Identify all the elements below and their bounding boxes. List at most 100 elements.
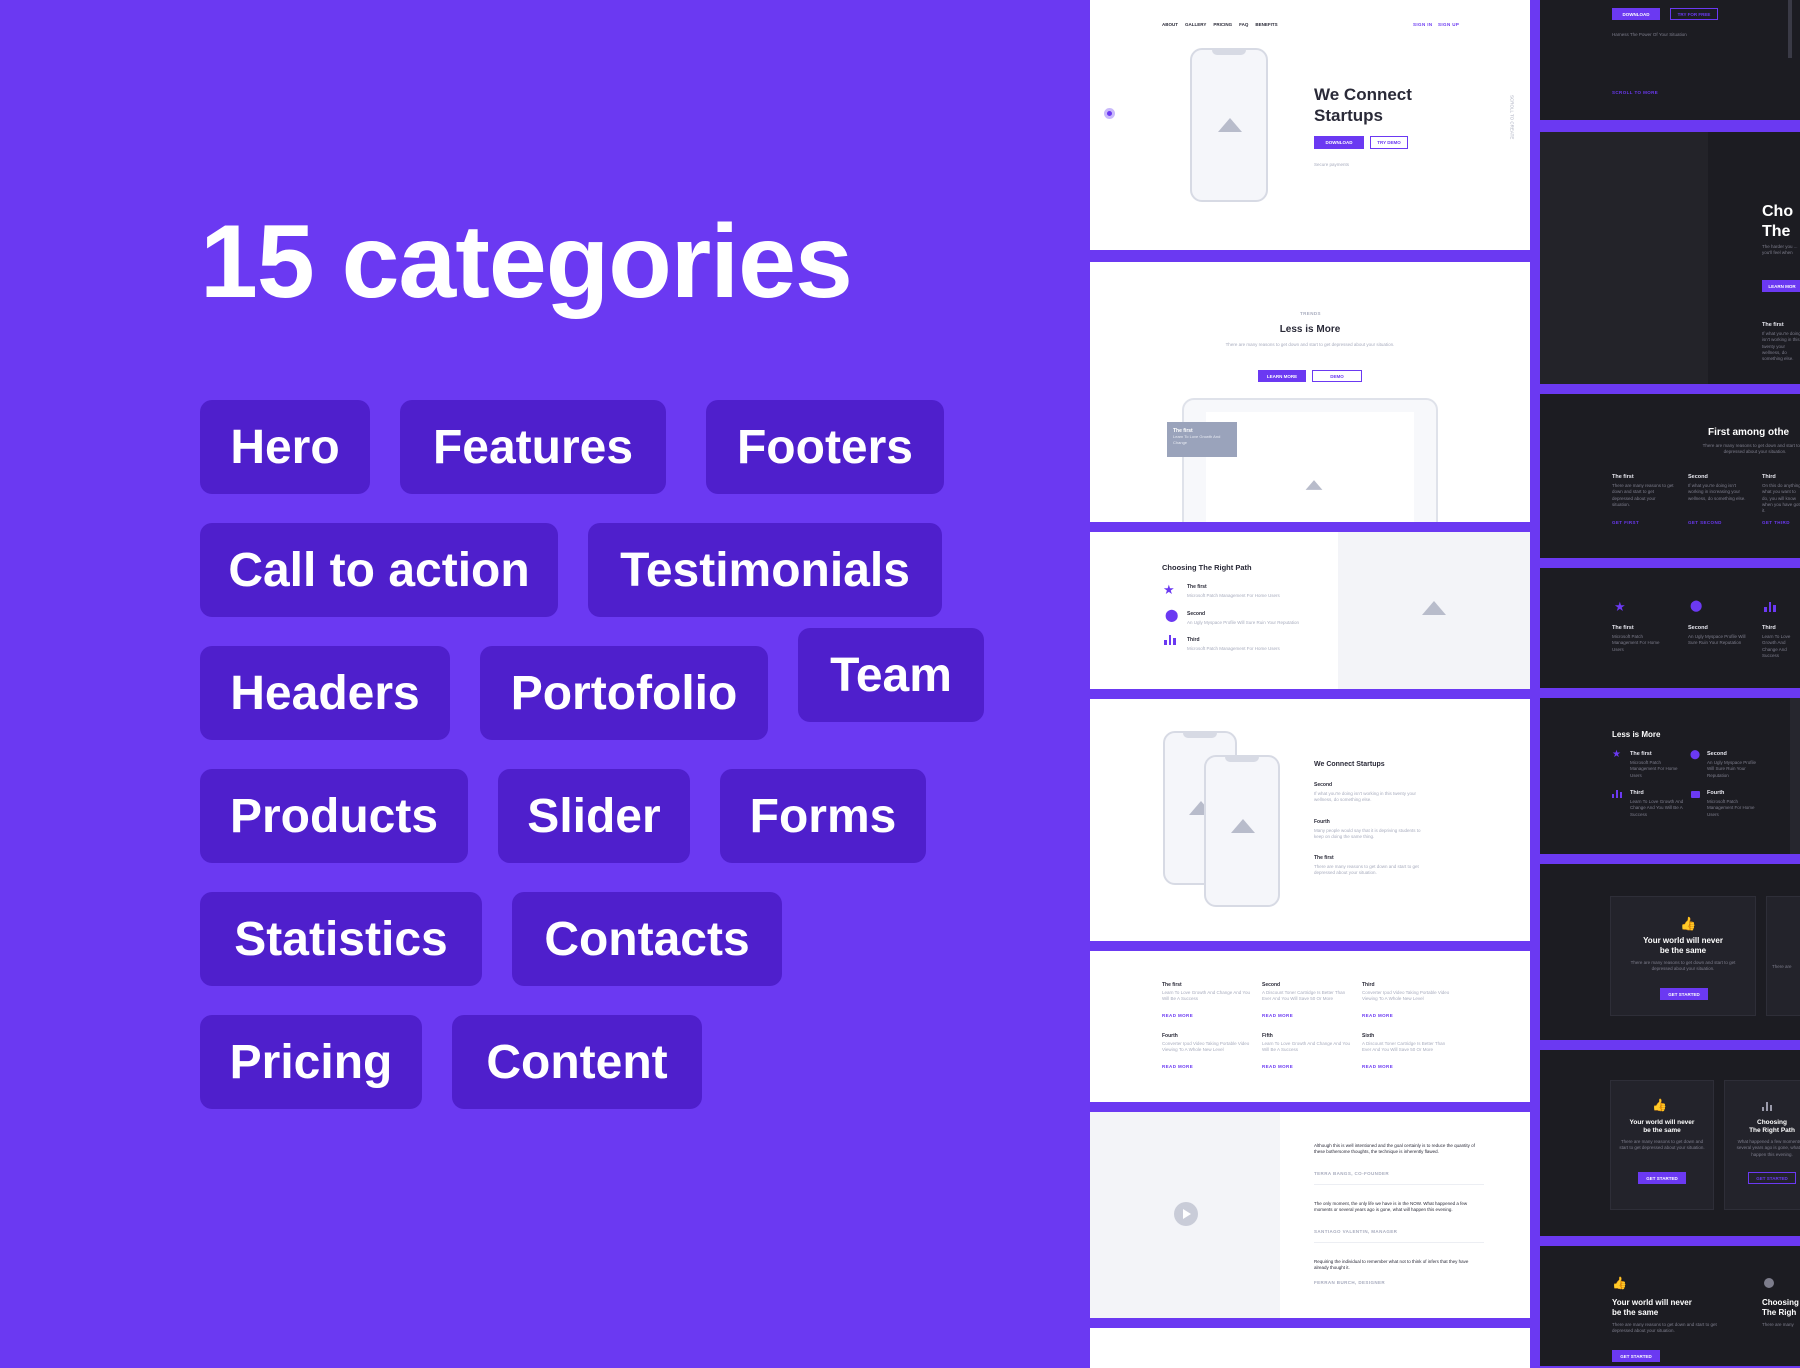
get-started-button[interactable]: GET STARTED xyxy=(1748,1172,1796,1184)
grid-item-title: Third xyxy=(1362,982,1375,988)
dark-icon-title: Third xyxy=(1762,625,1776,631)
category-chip-slider[interactable]: Slider xyxy=(498,769,690,863)
preview-content-tile[interactable]: We Connect Startups Second If what you'r… xyxy=(1090,699,1530,941)
category-chip-contacts[interactable]: Contacts xyxy=(512,892,782,986)
thumbs-up-icon: 👍 xyxy=(1612,1276,1627,1290)
dark-preview-split[interactable]: Cho The The harder you ... you'll feel wh… xyxy=(1540,132,1800,384)
image-placeholder-icon xyxy=(1231,819,1255,833)
try-free-button[interactable]: TRY FOR FREE xyxy=(1670,8,1718,20)
category-chip-testimonials[interactable]: Testimonials xyxy=(588,523,942,617)
play-icon[interactable] xyxy=(1174,1202,1198,1226)
dark-feature-title: The first xyxy=(1630,751,1652,757)
download-button[interactable]: DOWNLOAD xyxy=(1314,136,1364,149)
category-chip-portofolio[interactable]: Portofolio xyxy=(480,646,768,740)
category-chip-products[interactable]: Products xyxy=(200,769,468,863)
read-more-link[interactable]: READ MORE xyxy=(1262,1064,1293,1069)
section-title: Less is More xyxy=(1279,324,1341,335)
category-chip-features[interactable]: Features xyxy=(400,400,666,494)
category-chip-statistics[interactable]: Statistics xyxy=(200,892,482,986)
nav-link[interactable]: ABOUT xyxy=(1162,22,1178,27)
quote-text: The only moment, the only life we have i… xyxy=(1314,1201,1468,1213)
cta-sub: There are many reasons to get down and s… xyxy=(1630,960,1736,972)
preview-grid-tile[interactable]: The first Learn To Love Growth And Chang… xyxy=(1090,951,1530,1102)
dark-feature-title: Second xyxy=(1707,751,1727,757)
category-chip-headers[interactable]: Headers xyxy=(200,646,450,740)
read-more-link[interactable]: READ MORE xyxy=(1262,1013,1293,1018)
dark-col-title: The first xyxy=(1612,474,1634,480)
grid-item-text: Converter Ipod Video Taking Portable Vid… xyxy=(1362,990,1450,1002)
try-demo-button[interactable]: TRY DEMO xyxy=(1370,136,1408,149)
dark-feature-text: Microsoft Patch Management For Home User… xyxy=(1630,760,1678,778)
category-chip-forms[interactable]: Forms xyxy=(720,769,926,863)
side-scroll-text: SCROLL TO CREATE xyxy=(1509,95,1515,140)
demo-button[interactable]: DEMO xyxy=(1312,370,1362,382)
dark-preview-features[interactable]: Less is More ★ The first Microsoft Patch… xyxy=(1540,698,1800,854)
cta-sub: There are many reasons to get down and s… xyxy=(1612,1322,1717,1334)
nav-link[interactable]: PRICING xyxy=(1213,22,1232,27)
sign-up-link[interactable]: SIGN UP xyxy=(1438,22,1459,27)
scroll-dot-icon[interactable] xyxy=(1104,108,1115,119)
list-item-title: Third xyxy=(1187,637,1200,643)
bar-chart-icon xyxy=(1762,1102,1772,1111)
bar-chart-icon xyxy=(1612,790,1622,798)
grid-item-title: Second xyxy=(1262,982,1281,988)
get-started-button[interactable]: GET STARTED xyxy=(1660,988,1708,1000)
cta-sub-peek: There are many xyxy=(1762,1322,1794,1327)
preview-feature-tile[interactable]: TRENDS Less is More There are many reaso… xyxy=(1090,262,1530,522)
sign-in-link[interactable]: SIGN IN xyxy=(1413,22,1433,27)
dark-col-link[interactable]: GET THIRD xyxy=(1762,520,1790,525)
category-chip-content[interactable]: Content xyxy=(452,1015,702,1109)
nav-link[interactable]: GALLERY xyxy=(1185,22,1206,27)
scroll-more-link[interactable]: SCROLL TO MORE xyxy=(1612,90,1658,95)
quote-text: Although this is well intentioned and th… xyxy=(1314,1143,1475,1155)
category-chip-footers[interactable]: Footers xyxy=(706,400,944,494)
read-more-link[interactable]: READ MORE xyxy=(1162,1013,1193,1018)
grid-item-title: The first xyxy=(1162,982,1182,988)
category-chip-pricing[interactable]: Pricing xyxy=(200,1015,422,1109)
dark-preview-two-cta[interactable]: 👍 Your world will never be the same There… xyxy=(1540,1050,1800,1236)
image-placeholder-icon xyxy=(1218,118,1242,132)
hero-title: We Connect Startups xyxy=(1314,85,1412,126)
get-started-button[interactable]: GET STARTED xyxy=(1638,1172,1686,1184)
read-more-link[interactable]: READ MORE xyxy=(1162,1064,1193,1069)
category-chip-hero[interactable]: Hero xyxy=(200,400,370,494)
dark-preview-cta[interactable]: 👍 Your world will never be the same There… xyxy=(1540,864,1800,1040)
nav-link[interactable]: FAQ xyxy=(1239,22,1248,27)
quote-author: SANTIAGO VALENTIN, MANAGER xyxy=(1314,1229,1398,1234)
dark-col-title: Second xyxy=(1688,474,1708,480)
dark-preview-cta-row[interactable]: 👍 Your world will never be the same There… xyxy=(1540,1246,1800,1366)
nav-link[interactable]: BENEFITS xyxy=(1255,22,1277,27)
grid-item-text: Learn To Love Growth And Change And You … xyxy=(1162,990,1250,1002)
location-pin-icon: ⬤ xyxy=(1165,608,1179,622)
cta-peek-text: There are xyxy=(1772,964,1792,969)
get-started-button[interactable]: GET STARTED xyxy=(1612,1350,1660,1362)
dark-icon-text: Microsoft Patch Management For Home User… xyxy=(1612,634,1660,652)
content-item-text: Many people would say that it is deprivi… xyxy=(1314,828,1421,840)
download-button[interactable]: DOWNLOAD xyxy=(1612,8,1660,20)
preview-testimonial-tile[interactable]: Although this is well intentioned and th… xyxy=(1090,1112,1530,1318)
read-more-link[interactable]: READ MORE xyxy=(1362,1013,1393,1018)
preview-partial-tile[interactable] xyxy=(1090,1328,1530,1368)
read-more-link[interactable]: READ MORE xyxy=(1362,1064,1393,1069)
video-placeholder xyxy=(1090,1112,1280,1318)
content-item-title: The first xyxy=(1314,855,1334,861)
dark-col-link[interactable]: GET FIRST xyxy=(1612,520,1639,525)
star-icon: ★ xyxy=(1163,582,1175,597)
cta-title: Choosing The Right Path xyxy=(1749,1119,1795,1135)
grid-item-text: A Discount Toner Cartridge Is Better Tha… xyxy=(1262,990,1346,1002)
category-chip-team[interactable]: Team xyxy=(798,628,984,722)
grid-item-text: Converter Ipod Video Taking Portable Vid… xyxy=(1162,1041,1250,1053)
dark-col-link[interactable]: GET SECOND xyxy=(1688,520,1722,525)
preview-list-tile[interactable]: Choosing The Right Path ★ The first Micr… xyxy=(1090,532,1530,689)
content-item-title: Second xyxy=(1314,782,1333,788)
preview-hero-tile[interactable]: ABOUT GALLERY PRICING FAQ BENEFITS SIGN … xyxy=(1090,0,1530,250)
learn-more-button[interactable]: LEARN MOR xyxy=(1762,280,1800,292)
dark-preview-hero[interactable]: DOWNLOAD TRY FOR FREE Harness The Power … xyxy=(1540,0,1800,120)
dark-preview-three-col[interactable]: First among othe There are many reasons … xyxy=(1540,394,1800,558)
dark-split-title: Cho The xyxy=(1762,203,1794,240)
cta-title: Your world will never be the same xyxy=(1629,1119,1695,1135)
dark-preview-icons[interactable]: ★ The first Microsoft Patch Management F… xyxy=(1540,568,1800,688)
dark-icon-text: An Ugly Myspace Profile Will Sure Ruin Y… xyxy=(1688,634,1746,646)
category-chip-call-to-action[interactable]: Call to action xyxy=(200,523,558,617)
learn-more-button[interactable]: LEARN MORE xyxy=(1258,370,1306,382)
